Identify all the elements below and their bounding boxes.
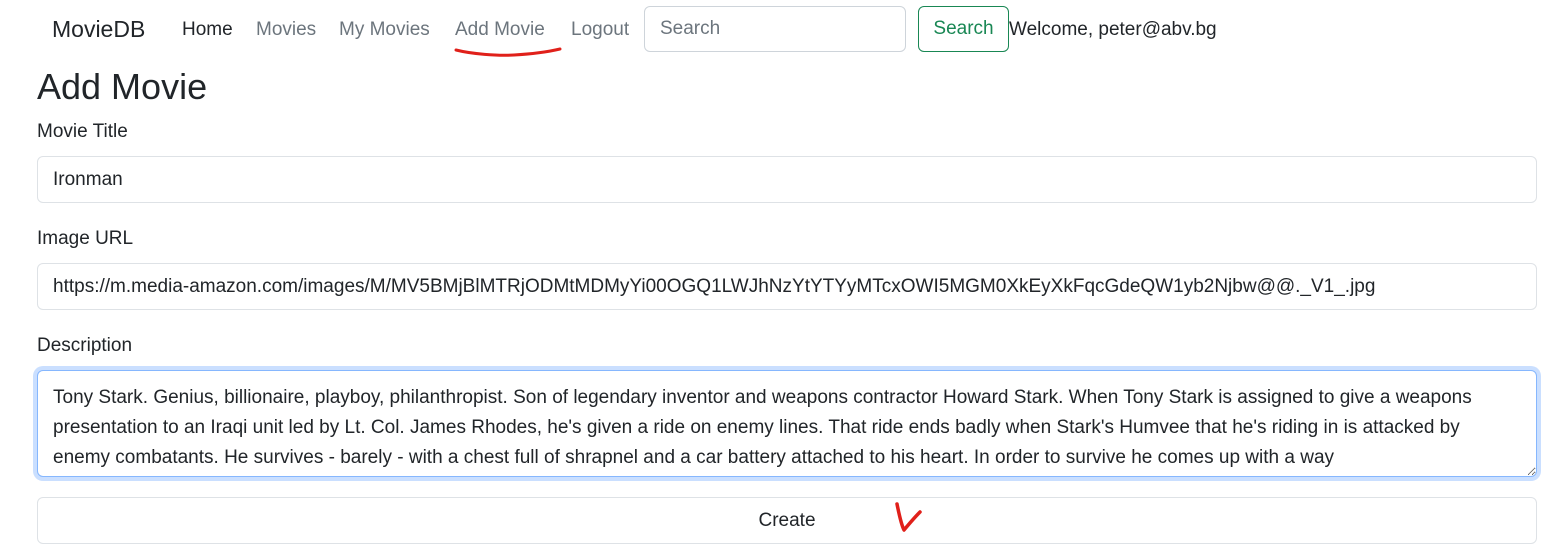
image-url-input[interactable] <box>37 263 1537 310</box>
create-button[interactable]: Create <box>37 497 1537 544</box>
top-navbar: MovieDB Home Movies My Movies Add Movie … <box>0 0 1557 62</box>
brand-logo[interactable]: MovieDB <box>52 16 145 43</box>
page-title: Add Movie <box>37 66 208 107</box>
description-textarea[interactable]: Tony Stark. Genius, billionaire, playboy… <box>37 370 1537 477</box>
movie-title-label: Movie Title <box>37 121 128 142</box>
welcome-text: Welcome, peter@abv.bg <box>1009 19 1217 40</box>
description-label: Description <box>37 335 133 356</box>
nav-link-movies[interactable]: Movies <box>256 19 316 41</box>
movie-title-input[interactable] <box>37 156 1537 203</box>
nav-link-home[interactable]: Home <box>182 19 233 41</box>
nav-link-logout[interactable]: Logout <box>571 19 629 41</box>
search-button[interactable]: Search <box>918 6 1009 52</box>
nav-link-my-movies[interactable]: My Movies <box>339 19 430 41</box>
search-input[interactable] <box>644 6 906 52</box>
nav-link-add-movie[interactable]: Add Movie <box>455 19 545 41</box>
image-url-label: Image URL <box>37 228 134 249</box>
